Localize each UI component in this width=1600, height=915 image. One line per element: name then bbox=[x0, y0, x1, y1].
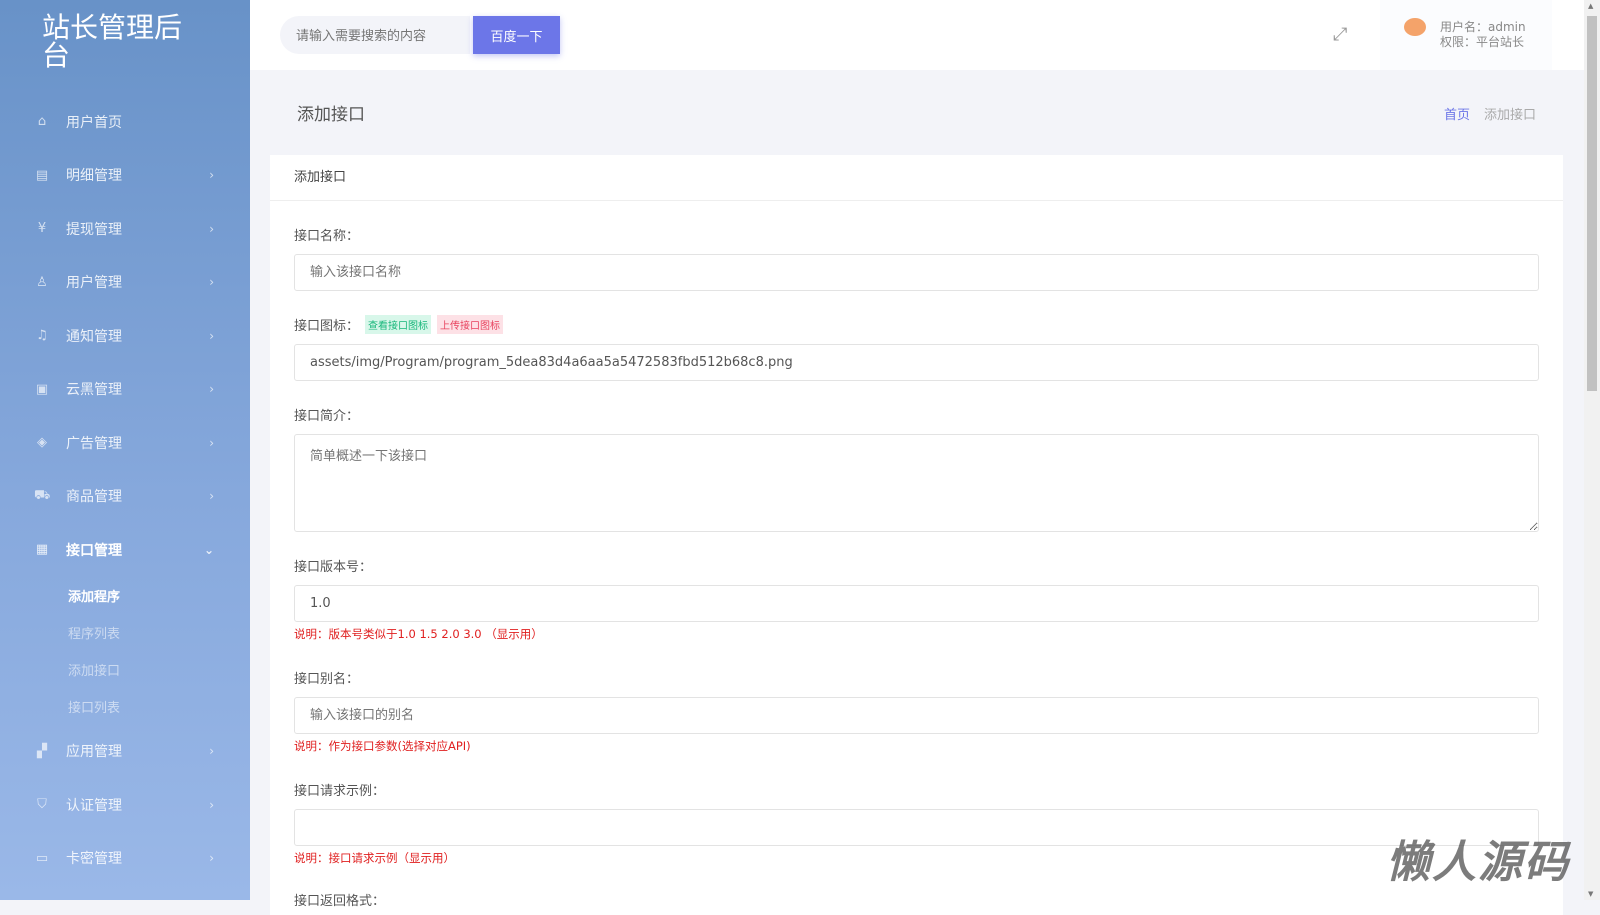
bell-icon: ♫ bbox=[36, 328, 48, 344]
sidebar-item-label: 用户首页 bbox=[66, 114, 122, 131]
chevron-right-icon: › bbox=[209, 797, 214, 812]
cart-icon: ⛟ bbox=[34, 487, 51, 503]
form-card: 添加接口 接口名称： 接口图标： 查看接口图标上传接口图标 接口简介： 接口版本号… bbox=[270, 155, 1563, 915]
sidebar: 站长管理后台 ⌂ 用户首页 ▤ 明细管理 › ¥ 提现管理 › ♙ 用户管理 › ♫ 通知管理 ›… bbox=[0, 0, 250, 900]
chevron-right-icon: › bbox=[209, 275, 214, 290]
version-note: 说明：版本号类似于1.0 1.5 2.0 3.0 （显示用） bbox=[294, 627, 543, 641]
user-panel[interactable]: 用户名：admin 权限：平台站长 bbox=[1380, 0, 1552, 70]
version-label: 接口版本号： bbox=[294, 560, 373, 575]
breadcrumb: 首页 添加接口 bbox=[1444, 104, 1536, 123]
shield-icon: ⛉ bbox=[37, 797, 47, 813]
scroll-down-icon[interactable]: ▼ bbox=[1588, 890, 1593, 898]
example-label: 接口请求示例： bbox=[294, 784, 386, 799]
chevron-right-icon: › bbox=[209, 221, 214, 236]
upload-icon-tag[interactable]: 上传接口图标 bbox=[437, 315, 504, 334]
sidebar-item-label: 通知管理 bbox=[66, 328, 122, 345]
sidebar-item-auth[interactable]: ⛉ 认证管理 › bbox=[0, 778, 250, 832]
chevron-down-icon: ⌄ bbox=[203, 542, 214, 557]
card-title: 添加接口 bbox=[270, 155, 1563, 201]
sidebar-item-label: 商品管理 bbox=[66, 489, 122, 506]
chevron-right-icon: › bbox=[209, 489, 214, 504]
chevron-right-icon: › bbox=[209, 382, 214, 397]
sidebar-item-notifications[interactable]: ♫ 通知管理 › bbox=[0, 309, 250, 363]
sidebar-item-label: 应用管理 bbox=[66, 744, 122, 761]
search-button[interactable]: 百度一下 bbox=[473, 16, 560, 54]
interface-name-input[interactable] bbox=[294, 254, 1539, 291]
search-input[interactable] bbox=[280, 16, 470, 54]
sidebar-item-ads[interactable]: ◈ 广告管理 › bbox=[0, 416, 250, 470]
home-icon: ⌂ bbox=[37, 114, 47, 130]
sidebar-item-label: 云黑管理 bbox=[66, 382, 122, 399]
interface-example-input[interactable] bbox=[294, 809, 1539, 846]
list-icon: ▤ bbox=[35, 167, 49, 183]
scrollbar[interactable]: ▲ ▼ bbox=[1584, 0, 1600, 900]
alias-note: 说明：作为接口参数(选择对应API) bbox=[294, 739, 471, 753]
document-icon: ▦ bbox=[35, 542, 49, 558]
sidebar-subitem-add-program[interactable]: 添加程序 bbox=[0, 577, 250, 614]
sidebar-item-interfaces[interactable]: ▦ 接口管理 ⌄ bbox=[0, 523, 250, 577]
sidebar-item-cards[interactable]: ▭ 卡密管理 › bbox=[0, 832, 250, 886]
sidebar-nav: ⌂ 用户首页 ▤ 明细管理 › ¥ 提现管理 › ♙ 用户管理 › ♫ 通知管理 › ▣ 云黑管理 ›… bbox=[0, 95, 250, 885]
sidebar-item-label: 卡密管理 bbox=[66, 851, 122, 868]
clipboard-icon: ▣ bbox=[35, 381, 49, 397]
breadcrumb-current: 添加接口 bbox=[1483, 108, 1536, 123]
icon-label: 接口图标： bbox=[294, 319, 360, 334]
apps-icon: ▞ bbox=[37, 743, 47, 759]
sidebar-item-withdraw[interactable]: ¥ 提现管理 › bbox=[0, 202, 250, 256]
page-title: 添加接口 bbox=[297, 105, 365, 125]
view-icon-tag[interactable]: 查看接口图标 bbox=[365, 315, 432, 334]
sidebar-subitem-interface-list[interactable]: 接口列表 bbox=[0, 688, 250, 725]
chevron-right-icon: › bbox=[209, 435, 214, 450]
name-label: 接口名称： bbox=[294, 229, 360, 244]
avatar bbox=[1398, 18, 1432, 52]
sidebar-item-home[interactable]: ⌂ 用户首页 bbox=[0, 95, 250, 149]
yen-icon: ¥ bbox=[37, 221, 47, 237]
topbar: 百度一下 ⤢ 用户名：admin 权限：平台站长 bbox=[250, 0, 1584, 70]
sidebar-item-label: 明细管理 bbox=[66, 168, 122, 185]
sidebar-subitem-program-list[interactable]: 程序列表 bbox=[0, 614, 250, 651]
megaphone-icon: ◈ bbox=[37, 435, 47, 451]
sidebar-item-label: 广告管理 bbox=[66, 435, 122, 452]
chevron-right-icon: › bbox=[209, 744, 214, 759]
chevron-right-icon: › bbox=[209, 328, 214, 343]
scrollbar-thumb[interactable] bbox=[1587, 16, 1597, 391]
app-title: 站长管理后台 bbox=[42, 12, 183, 71]
watermark: 懒人源码 bbox=[1386, 837, 1570, 888]
sidebar-item-blacklist[interactable]: ▣ 云黑管理 › bbox=[0, 363, 250, 417]
interface-intro-textarea[interactable] bbox=[294, 434, 1539, 532]
interface-icon-input[interactable] bbox=[294, 344, 1539, 381]
interface-alias-input[interactable] bbox=[294, 697, 1539, 734]
sidebar-item-apps[interactable]: ▞ 应用管理 › bbox=[0, 725, 250, 779]
sidebar-item-products[interactable]: ⛟ 商品管理 › bbox=[0, 470, 250, 524]
example-note: 说明：接口请求示例（显示用） bbox=[294, 851, 455, 865]
sidebar-item-label: 认证管理 bbox=[66, 797, 122, 814]
user-icon: ♙ bbox=[36, 274, 48, 290]
username-label: 用户名：admin bbox=[1440, 20, 1526, 34]
fullscreen-icon[interactable]: ⤢ bbox=[1333, 24, 1347, 45]
card-icon: ▭ bbox=[35, 850, 49, 866]
sidebar-item-label: 用户管理 bbox=[66, 275, 122, 292]
role-label: 权限：平台站长 bbox=[1440, 35, 1525, 49]
sidebar-item-details[interactable]: ▤ 明细管理 › bbox=[0, 149, 250, 203]
intro-label: 接口简介： bbox=[294, 409, 360, 424]
scroll-up-icon[interactable]: ▲ bbox=[1588, 2, 1593, 10]
chevron-right-icon: › bbox=[209, 168, 214, 183]
sidebar-item-label: 提现管理 bbox=[66, 221, 122, 238]
chevron-right-icon: › bbox=[209, 851, 214, 866]
sidebar-item-label: 接口管理 bbox=[66, 542, 122, 559]
sidebar-subitem-add-interface[interactable]: 添加接口 bbox=[0, 651, 250, 688]
breadcrumb-home-link[interactable]: 首页 bbox=[1444, 108, 1470, 123]
alias-label: 接口别名： bbox=[294, 672, 360, 687]
sidebar-item-users[interactable]: ♙ 用户管理 › bbox=[0, 256, 250, 310]
interface-version-input[interactable] bbox=[294, 585, 1539, 622]
